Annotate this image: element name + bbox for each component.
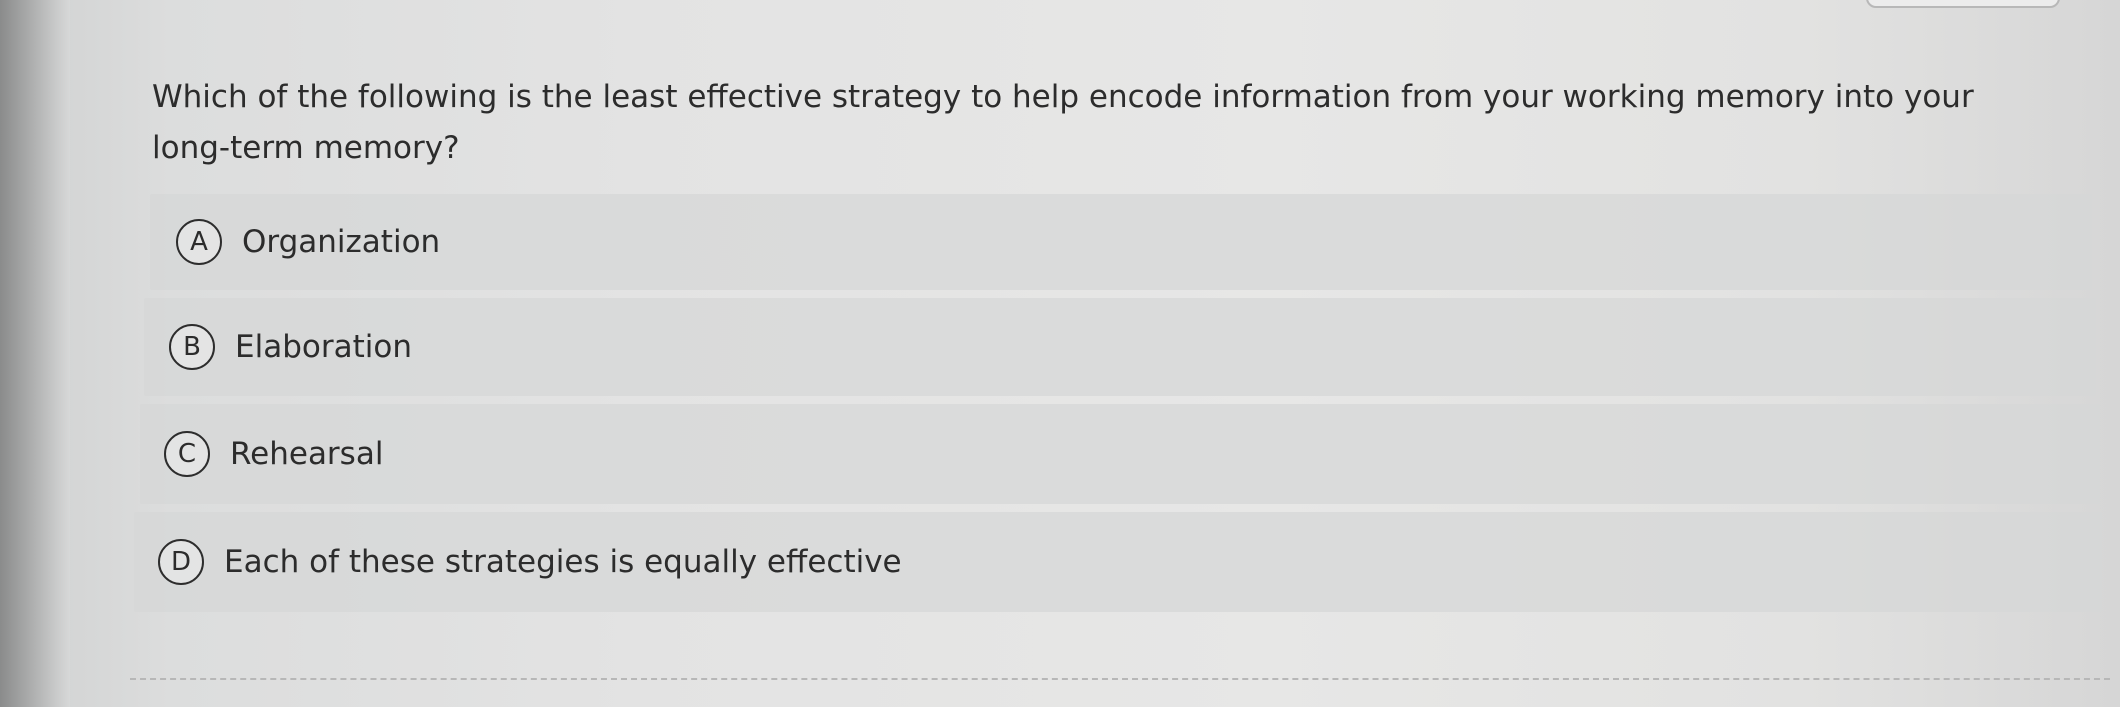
- option-a-letter: A: [176, 219, 222, 265]
- option-a-label: Organization: [242, 224, 441, 260]
- option-c-letter: C: [164, 431, 210, 477]
- screen-bezel: [0, 0, 70, 707]
- option-b[interactable]: B Elaboration: [144, 298, 2096, 396]
- top-right-button-cutoff[interactable]: [1866, 0, 2060, 8]
- option-b-letter: B: [169, 324, 215, 370]
- option-d-label: Each of these strategies is equally effe…: [224, 544, 902, 580]
- section-divider: [130, 678, 2110, 680]
- question-text: Which of the following is the least effe…: [152, 79, 1974, 166]
- option-d[interactable]: D Each of these strategies is equally ef…: [134, 512, 2102, 612]
- option-b-label: Elaboration: [235, 329, 412, 365]
- option-c-label: Rehearsal: [230, 436, 384, 472]
- option-d-letter: D: [158, 539, 204, 585]
- option-c[interactable]: C Rehearsal: [140, 404, 2100, 504]
- option-a[interactable]: A Organization: [150, 194, 2092, 290]
